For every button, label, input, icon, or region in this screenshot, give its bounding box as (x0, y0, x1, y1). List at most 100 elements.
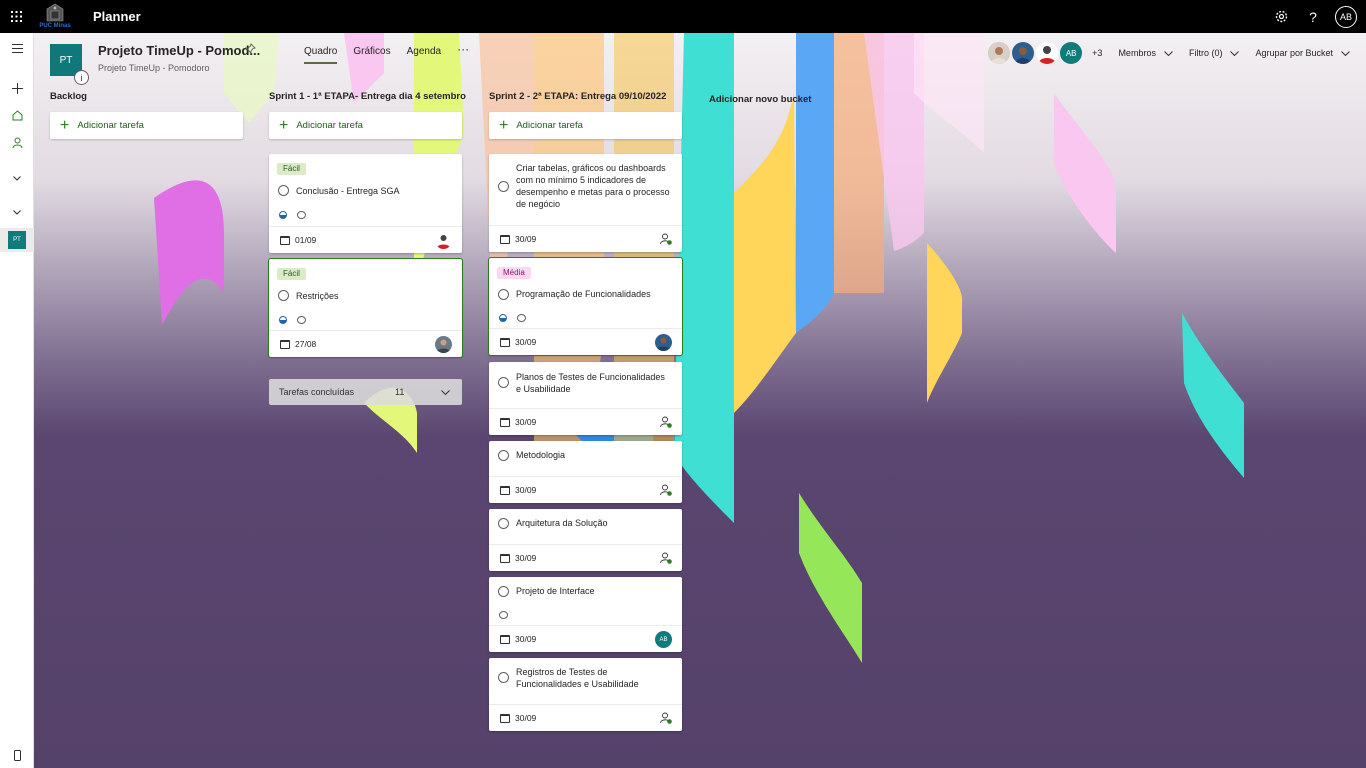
task-title: Criar tabelas, gráficos ou dashboards co… (516, 163, 670, 209)
pin-icon[interactable] (244, 43, 256, 57)
assign-person-icon[interactable] (660, 552, 672, 564)
chevron-down-icon[interactable] (0, 200, 34, 224)
due-date: 30/09 (515, 485, 537, 495)
crest-icon (46, 3, 64, 22)
task-footer: 30/09 (489, 328, 682, 355)
add-task-button[interactable]: + Adicionar tarefa (50, 112, 243, 139)
calendar-icon (500, 554, 510, 563)
progress-in-progress-icon (499, 314, 507, 322)
add-task-button[interactable]: + Adicionar tarefa (489, 112, 682, 139)
complete-checkbox[interactable] (498, 586, 509, 597)
due-date: 30/09 (515, 713, 537, 723)
complete-checkbox[interactable] (498, 672, 509, 683)
task-card[interactable]: Média Programação de Funcionalidades 30/… (488, 257, 683, 356)
chevron-down-icon (1230, 50, 1240, 56)
due-date: 30/09 (515, 634, 537, 644)
due-date: 30/09 (515, 417, 537, 427)
my-tasks-icon[interactable] (0, 130, 34, 154)
help-button[interactable]: ? (1297, 0, 1329, 33)
task-card[interactable]: Planos de Testes de Funcionalidades e Us… (489, 362, 682, 435)
add-task-button[interactable]: + Adicionar tarefa (269, 112, 462, 139)
complete-checkbox[interactable] (278, 290, 289, 301)
user-avatar[interactable]: AB (1335, 5, 1357, 28)
complete-checkbox[interactable] (498, 289, 509, 300)
new-plan-icon[interactable] (0, 76, 34, 100)
app-name[interactable]: Planner (93, 9, 141, 24)
task-footer: 30/09 (489, 408, 682, 435)
due-date: 30/09 (515, 337, 537, 347)
task-card[interactable]: Criar tabelas, gráficos ou dashboards co… (489, 154, 682, 252)
add-task-label: Adicionar tarefa (296, 120, 363, 131)
menu-icon[interactable] (0, 36, 34, 60)
plus-icon: + (499, 116, 509, 134)
more-options-icon[interactable]: ··· (457, 42, 469, 64)
logo-text: PUC Minas (39, 23, 71, 29)
completed-tasks-count: 11 (395, 387, 405, 397)
assign-person-icon[interactable] (660, 416, 672, 428)
task-card[interactable]: Metodologia 30/09 (489, 441, 682, 503)
complete-checkbox[interactable] (498, 450, 509, 461)
org-logo[interactable]: PUC Minas (35, 0, 75, 33)
plan-title[interactable]: Projeto TimeUp - Pomod... (98, 43, 260, 58)
calendar-icon (280, 340, 290, 349)
tab-schedule[interactable]: Agenda (407, 46, 441, 64)
complete-checkbox[interactable] (498, 518, 509, 529)
comment-icon (297, 316, 306, 324)
mobile-app-icon[interactable] (0, 743, 34, 767)
task-title: Registros de Testes de Funcionalidades e… (516, 667, 639, 689)
tab-board[interactable]: Quadro (304, 46, 338, 64)
more-members-count[interactable]: +3 (1092, 48, 1102, 58)
assign-person-icon[interactable] (660, 484, 672, 496)
chevron-down-icon (1341, 50, 1350, 56)
assignee-avatar[interactable] (435, 232, 452, 249)
group-by-label: Agrupar por Bucket (1255, 48, 1333, 58)
board-background (34, 33, 1366, 768)
bucket-backlog: Backlog + Adicionar tarefa (50, 91, 243, 139)
task-card[interactable]: Registros de Testes de Funcionalidades e… (489, 658, 682, 731)
assign-person-icon[interactable] (660, 233, 672, 245)
info-icon[interactable]: i (74, 70, 89, 85)
settings-button[interactable] (1265, 0, 1297, 33)
due-date: 30/09 (515, 553, 537, 563)
completed-tasks-label: Tarefas concluídas (279, 387, 355, 397)
members-label: Membros (1118, 48, 1156, 58)
task-card[interactable]: Projeto de Interface 30/09 AB (489, 577, 682, 652)
completed-tasks-toggle[interactable]: Tarefas concluídas 11 (269, 379, 462, 405)
member-avatar[interactable] (1012, 42, 1035, 64)
complete-checkbox[interactable] (498, 377, 509, 388)
bucket-title[interactable]: Sprint 1 - 1ª ETAPA- Entrega dia 4 setem… (269, 91, 466, 105)
member-avatar[interactable] (1036, 42, 1059, 64)
task-card[interactable]: Fácil Restrições 27/08 (268, 258, 463, 358)
members-dropdown[interactable]: Membros (1118, 48, 1173, 58)
progress-in-progress-icon (279, 316, 287, 324)
gear-icon (1275, 10, 1287, 23)
group-by-dropdown[interactable]: Agrupar por Bucket (1255, 48, 1350, 58)
task-footer: 30/09 AB (489, 625, 682, 652)
assignee-avatar[interactable] (435, 336, 452, 353)
task-card[interactable]: Arquitetura da Solução 30/09 (489, 509, 682, 571)
chevron-down-icon[interactable] (0, 166, 34, 190)
comment-icon (499, 611, 508, 619)
plan-subtitle: Projeto TimeUp - Pomodoro (98, 63, 210, 73)
filter-label: Filtro (0) (1188, 48, 1223, 58)
plus-icon: + (279, 116, 289, 134)
tab-charts[interactable]: Gráficos (353, 46, 390, 64)
home-icon[interactable] (0, 103, 34, 127)
complete-checkbox[interactable] (278, 185, 289, 196)
bucket-title[interactable]: Backlog (50, 91, 243, 105)
app-launcher-icon[interactable] (0, 0, 33, 33)
bucket-title[interactable]: Sprint 2 - 2ª ETAPA: Entrega 09/10/2022 (489, 91, 682, 105)
rail-plan-item[interactable]: PT (0, 228, 34, 252)
task-footer: 27/08 (269, 330, 462, 357)
complete-checkbox[interactable] (498, 181, 509, 192)
task-label: Média (497, 267, 531, 279)
assignee-avatar[interactable] (655, 334, 672, 351)
member-avatar-initials[interactable]: AB (1060, 42, 1083, 64)
task-card[interactable]: Fácil Conclusão - Entrega SGA 01/09 (269, 154, 462, 253)
assign-person-icon[interactable] (660, 712, 672, 724)
member-avatar[interactable] (988, 42, 1011, 64)
add-new-bucket-button[interactable]: Adicionar novo bucket (709, 94, 811, 105)
task-title: Projeto de Interface (516, 586, 595, 596)
filter-dropdown[interactable]: Filtro (0) (1189, 48, 1240, 58)
assignee-avatar[interactable]: AB (655, 631, 672, 648)
